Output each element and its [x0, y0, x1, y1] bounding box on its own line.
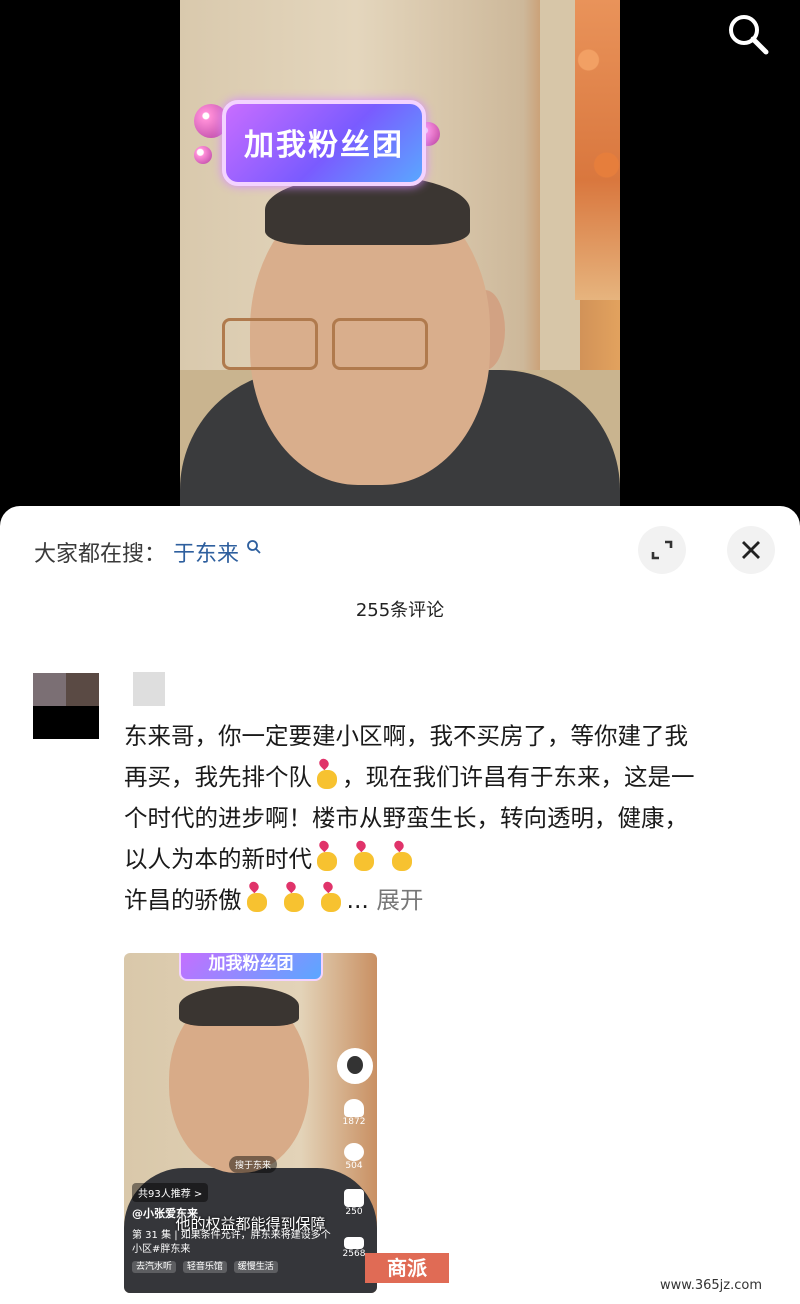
comment-line: 个时代的进步啊！楼市从野蛮生长，转向透明，健康，: [124, 804, 688, 832]
like-button[interactable]: 1872: [336, 1099, 372, 1127]
watermark-brand: 商派: [365, 1253, 449, 1283]
thumb-search-chip[interactable]: 搜于东来: [229, 1156, 278, 1173]
comment-line: 东来哥，你一定要建小区啊，我不买房了，等你建了我: [124, 722, 688, 750]
autumn-painting: [575, 0, 620, 300]
expand-link[interactable]: 展开: [376, 886, 423, 914]
thumb-recommend[interactable]: 共93人推荐 >: [132, 1183, 209, 1202]
comment-button[interactable]: 504: [336, 1143, 372, 1171]
watermark-site: www.365jz.com: [660, 1278, 762, 1293]
fullscreen-icon: [651, 540, 673, 560]
thumb-tag[interactable]: 缓慢生活: [233, 1261, 278, 1273]
comment-text: 东来哥，你一定要建小区啊，我不买房了，等你建了我 再买，我先排个队 ，现在我们许昌…: [124, 716, 774, 921]
comment-line: 许昌的骄傲 ... 展开: [124, 884, 424, 914]
comment-icon: [344, 1143, 364, 1161]
fan-club-badge[interactable]: 加我粉丝团: [222, 100, 426, 186]
close-icon: [742, 541, 760, 559]
fan-club-badge-label: 加我粉丝团: [244, 128, 404, 163]
star-icon: [344, 1189, 364, 1207]
streamer-glasses: [222, 310, 472, 370]
comment-line: 以人为本的新时代: [124, 839, 774, 880]
search-icon: [247, 540, 261, 554]
search-icon[interactable]: [722, 8, 774, 60]
thumb-tags: 去汽水听 轻音乐馆 缓慢生活: [132, 1259, 282, 1273]
thumb-hair: [179, 986, 299, 1026]
finger-heart-emoji-icon: [282, 884, 306, 912]
creator-avatar[interactable]: [337, 1048, 373, 1084]
video-frame: [180, 0, 620, 520]
heart-icon: [344, 1099, 364, 1117]
live-video[interactable]: 加我粉丝团: [0, 0, 800, 520]
thumb-fan-badge: 加我粉丝团: [179, 953, 323, 981]
finger-heart-emoji-icon: [245, 884, 269, 912]
comment-sheet: 大家都在搜： 于东来 255条评论 东来哥，你一定要建小区啊，我不买房了，等你建…: [0, 506, 800, 1304]
video-thumbnail[interactable]: 加我粉丝团 1872 504 250 2568 搜于东来 共93人推荐 > @小…: [124, 953, 377, 1293]
thumb-description: 第 31 集 | 如果条件允许，胖东来将建设多个小区#胖东来: [132, 1230, 331, 1255]
trending-search[interactable]: 大家都在搜： 于东来: [34, 536, 262, 568]
thumb-tag[interactable]: 去汽水听: [132, 1261, 177, 1273]
close-button[interactable]: [727, 526, 775, 574]
disco-ball-icon: [194, 146, 212, 164]
thumb-tag[interactable]: 轻音乐馆: [182, 1261, 227, 1273]
finger-heart-emoji-icon: [319, 884, 343, 912]
username-redacted[interactable]: [133, 672, 165, 706]
finger-heart-emoji-icon: [315, 843, 339, 871]
trending-term[interactable]: 于东来: [173, 542, 239, 567]
finger-heart-emoji-icon: [352, 843, 376, 871]
finger-heart-emoji-icon: [315, 761, 339, 789]
finger-heart-emoji-icon: [390, 843, 414, 871]
fullscreen-button[interactable]: [638, 526, 686, 574]
comment-count: 255条评论: [355, 600, 445, 621]
share-icon: [344, 1237, 364, 1249]
trending-label: 大家都在搜：: [34, 542, 167, 567]
comment-line: 再买，我先排个队 ，现在我们许昌有于东来，这是一: [124, 761, 695, 791]
avatar[interactable]: [33, 673, 99, 739]
